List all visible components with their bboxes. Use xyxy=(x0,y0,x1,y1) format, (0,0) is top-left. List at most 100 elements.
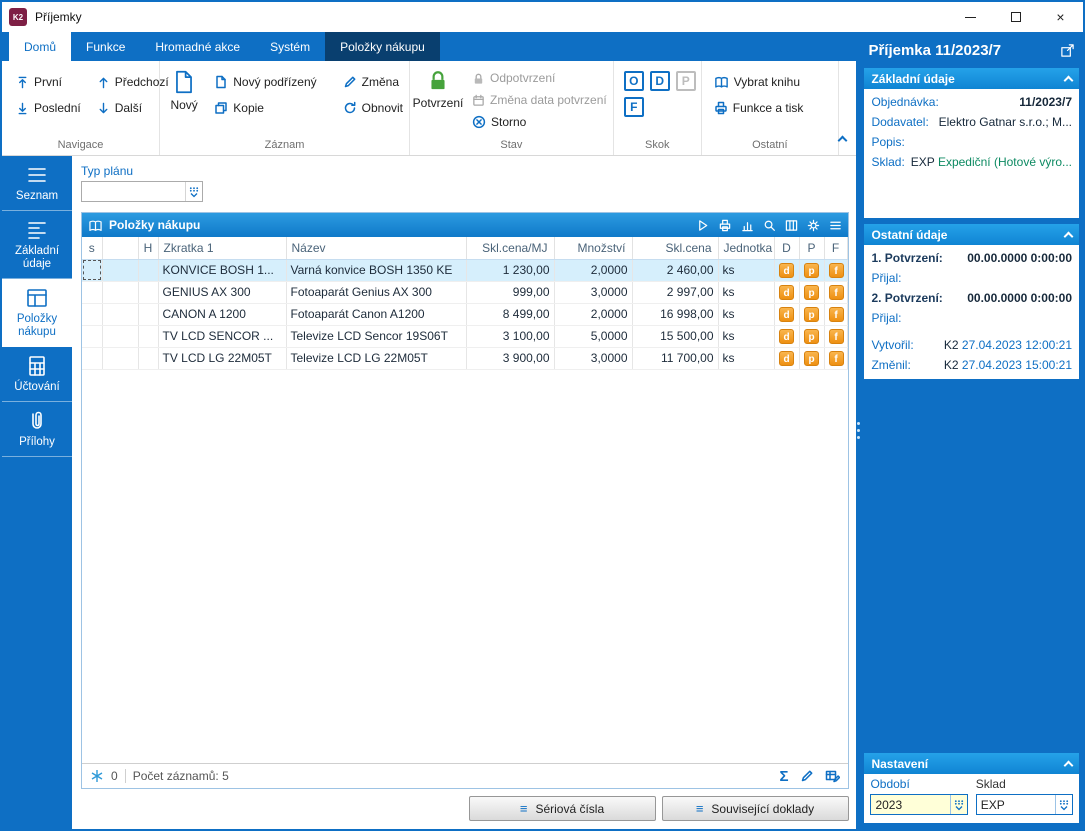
cell-cena[interactable]: 16 998,00 xyxy=(632,303,718,325)
sum-icon[interactable]: Σ xyxy=(779,769,788,784)
flag-f-chip[interactable]: f xyxy=(829,285,844,300)
table-row[interactable]: TV LCD LG 22M05T Televize LCD LG 22M05T … xyxy=(82,347,847,369)
flag-d-chip[interactable]: d xyxy=(779,263,794,278)
flag-p-chip[interactable]: p xyxy=(804,351,819,366)
cell-zkratka[interactable]: KONVICE BOSH 1... xyxy=(158,259,286,281)
cell-flag-f[interactable]: f xyxy=(824,347,847,369)
cell-nazev[interactable]: Fotoaparát Genius AX 300 xyxy=(286,281,466,303)
open-in-window-icon[interactable] xyxy=(1060,43,1075,58)
flag-p-chip[interactable]: p xyxy=(804,285,819,300)
cell-h[interactable] xyxy=(138,259,158,281)
maximize-button[interactable] xyxy=(993,2,1038,32)
cell-flag-p[interactable]: p xyxy=(799,259,824,281)
confirm-button[interactable]: Potvrzení xyxy=(410,61,466,137)
cell-cena-mj[interactable]: 999,00 xyxy=(466,281,554,303)
cell-flag-f[interactable]: f xyxy=(824,303,847,325)
cell-blank[interactable] xyxy=(102,325,138,347)
flag-d-chip[interactable]: d xyxy=(779,329,794,344)
cell-flag-p[interactable]: p xyxy=(799,303,824,325)
tab-system[interactable]: Systém xyxy=(255,32,325,61)
print-icon[interactable] xyxy=(718,219,732,232)
cell-flag-d[interactable]: d xyxy=(774,281,799,303)
cell-flag-f[interactable]: f xyxy=(824,259,847,281)
cell-blank[interactable] xyxy=(102,303,138,325)
unconfirm-button[interactable]: Odpotvrzení xyxy=(466,67,613,89)
table-row[interactable]: TV LCD SENCOR ... Televize LCD Sencor 19… xyxy=(82,325,847,347)
flag-f-chip[interactable]: f xyxy=(829,351,844,366)
col-header-zkratka[interactable]: Zkratka 1 xyxy=(158,237,286,259)
collapse-ribbon-button[interactable] xyxy=(839,133,856,155)
cell-flag-p[interactable]: p xyxy=(799,325,824,347)
section-zakladni-udaje[interactable]: Základní údaje xyxy=(864,68,1079,89)
col-header-d[interactable]: D xyxy=(774,237,799,259)
cell-h[interactable] xyxy=(138,325,158,347)
cell-select[interactable] xyxy=(82,303,102,325)
menu-icon[interactable] xyxy=(829,219,842,232)
copy-button[interactable]: Kopie xyxy=(208,95,322,121)
cancel-storno-button[interactable]: Storno xyxy=(466,111,613,133)
cell-flag-d[interactable]: d xyxy=(774,325,799,347)
cell-cena[interactable]: 15 500,00 xyxy=(632,325,718,347)
cell-select[interactable] xyxy=(82,325,102,347)
cell-zkratka[interactable]: TV LCD LG 22M05T xyxy=(158,347,286,369)
cell-cena[interactable]: 2 997,00 xyxy=(632,281,718,303)
col-header-nazev[interactable]: Název xyxy=(286,237,466,259)
flag-d-chip[interactable]: d xyxy=(779,307,794,322)
minimize-button[interactable] xyxy=(948,2,993,32)
edit-pencil-icon[interactable] xyxy=(800,769,814,783)
change-button[interactable]: Změna xyxy=(337,69,409,95)
related-documents-button[interactable]: ≡ Související doklady xyxy=(662,796,849,821)
cell-cena-mj[interactable]: 8 499,00 xyxy=(466,303,554,325)
cell-zkratka[interactable]: CANON A 1200 xyxy=(158,303,286,325)
functions-print-button[interactable]: Funkce a tisk xyxy=(708,95,810,121)
cell-flag-p[interactable]: p xyxy=(799,347,824,369)
flag-d-chip[interactable]: d xyxy=(779,285,794,300)
select-book-button[interactable]: Vybrat knihu xyxy=(708,69,810,95)
table-row[interactable]: GENIUS AX 300 Fotoaparát Genius AX 300 9… xyxy=(82,281,847,303)
jump-o-button[interactable]: O xyxy=(624,71,644,91)
sidebar-item-prilohy[interactable]: Přílohy xyxy=(2,402,72,457)
jump-d-button[interactable]: D xyxy=(650,71,670,91)
cell-blank[interactable] xyxy=(102,347,138,369)
new-button[interactable]: Nový xyxy=(160,61,208,137)
col-header-sklcena-mj[interactable]: Skl.cena/MJ xyxy=(466,237,554,259)
obdobi-select[interactable]: 2023 xyxy=(870,794,967,815)
play-icon[interactable] xyxy=(697,219,709,232)
chart-icon[interactable] xyxy=(741,219,754,232)
cell-h[interactable] xyxy=(138,281,158,303)
grid-edit-icon[interactable] xyxy=(825,769,840,783)
jump-p-button[interactable]: P xyxy=(676,71,696,91)
sklad-select[interactable]: EXP xyxy=(976,794,1073,815)
col-header-jednotka[interactable]: Jednotka xyxy=(718,237,774,259)
last-button[interactable]: Poslední xyxy=(10,95,87,121)
cell-mnozstvi[interactable]: 2,0000 xyxy=(554,303,632,325)
sidebar-item-polozky-nakupu[interactable]: Položky nákupu xyxy=(2,279,72,347)
cell-cena-mj[interactable]: 3 900,00 xyxy=(466,347,554,369)
cell-flag-p[interactable]: p xyxy=(799,281,824,303)
search-gear-icon[interactable] xyxy=(763,219,776,232)
cell-nazev[interactable]: Televize LCD LG 22M05T xyxy=(286,347,466,369)
cell-mnozstvi[interactable]: 2,0000 xyxy=(554,259,632,281)
cell-jednotka[interactable]: ks xyxy=(718,325,774,347)
col-header-h[interactable]: H xyxy=(138,237,158,259)
cell-jednotka[interactable]: ks xyxy=(718,259,774,281)
flag-f-chip[interactable]: f xyxy=(829,307,844,322)
table-row[interactable]: KONVICE BOSH 1... Varná konvice BOSH 135… xyxy=(82,259,847,281)
jump-f-button[interactable]: F xyxy=(624,97,644,117)
flag-f-chip[interactable]: f xyxy=(829,329,844,344)
cell-zkratka[interactable]: GENIUS AX 300 xyxy=(158,281,286,303)
columns-icon[interactable] xyxy=(785,219,798,232)
cell-cena[interactable]: 2 460,00 xyxy=(632,259,718,281)
flag-f-chip[interactable]: f xyxy=(829,263,844,278)
cell-flag-f[interactable]: f xyxy=(824,281,847,303)
cell-flag-d[interactable]: d xyxy=(774,347,799,369)
cell-jednotka[interactable]: ks xyxy=(718,281,774,303)
cell-mnozstvi[interactable]: 3,0000 xyxy=(554,347,632,369)
cell-flag-f[interactable]: f xyxy=(824,325,847,347)
cell-nazev[interactable]: Televize LCD Sencor 19S06T xyxy=(286,325,466,347)
flag-p-chip[interactable]: p xyxy=(804,263,819,278)
cell-blank[interactable] xyxy=(102,281,138,303)
tab-funkce[interactable]: Funkce xyxy=(71,32,140,61)
col-header-f[interactable]: F xyxy=(824,237,847,259)
tab-polozky-nakupu[interactable]: Položky nákupu xyxy=(325,32,440,61)
